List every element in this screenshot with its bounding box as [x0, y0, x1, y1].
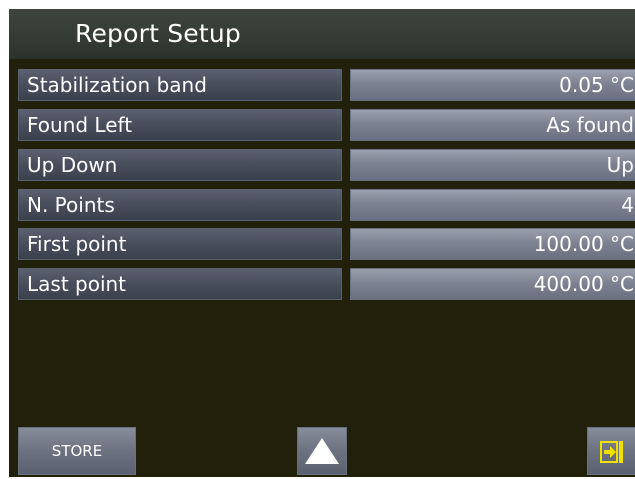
setting-row-first-point: First point 100.00 °C — [9, 228, 635, 260]
exit-button[interactable] — [587, 427, 635, 475]
store-button[interactable]: STORE — [18, 427, 136, 475]
setting-value[interactable]: 4 — [350, 189, 635, 221]
screen: Report Setup Stabilization band 0.05 °C … — [9, 9, 635, 477]
setting-value[interactable]: Up — [350, 149, 635, 181]
exit-arrow-icon — [600, 441, 623, 463]
setting-value[interactable]: As found — [350, 109, 635, 141]
setting-row-up-down: Up Down Up — [9, 149, 635, 181]
setting-row-last-point: Last point 400.00 °C — [9, 268, 635, 300]
setting-value[interactable]: 100.00 °C — [350, 228, 635, 260]
setting-row-n-points: N. Points 4 — [9, 189, 635, 221]
setting-value[interactable]: 0.05 °C — [350, 69, 635, 101]
setting-row-found-left: Found Left As found — [9, 109, 635, 141]
setting-label: Up Down — [18, 149, 342, 181]
setting-label: N. Points — [18, 189, 342, 221]
header-bar: Report Setup — [9, 9, 635, 59]
scroll-up-button[interactable] — [297, 427, 347, 475]
page-title: Report Setup — [75, 19, 241, 48]
triangle-up-icon — [305, 438, 339, 464]
setting-label: Last point — [18, 268, 342, 300]
setting-label: Found Left — [18, 109, 342, 141]
setting-label: Stabilization band — [18, 69, 342, 101]
setting-label: First point — [18, 228, 342, 260]
setting-row-stabilization-band: Stabilization band 0.05 °C — [9, 69, 635, 101]
setting-value[interactable]: 400.00 °C — [350, 268, 635, 300]
